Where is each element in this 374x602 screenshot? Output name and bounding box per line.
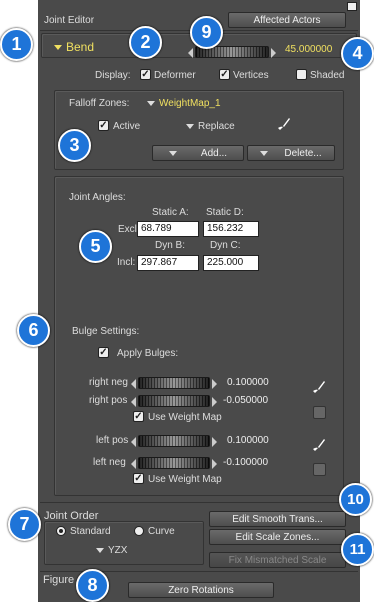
callout-badge-9: 9 <box>190 16 223 49</box>
static-d-label: Static D: <box>206 207 244 218</box>
left-neg-value[interactable]: -0.100000 <box>223 457 268 468</box>
incl-dyn-c-input[interactable]: 225.000 <box>203 255 259 271</box>
delete-zone-button[interactable]: Delete... <box>247 145 335 161</box>
delete-label: Delete... <box>284 147 322 159</box>
bend-value[interactable]: 45.000000 <box>285 44 332 55</box>
edit-scale-zones-button[interactable]: Edit Scale Zones... <box>209 529 346 545</box>
chevron-down-icon <box>168 150 177 156</box>
left-neg-label: left neg <box>93 457 126 468</box>
curve-radio[interactable] <box>134 526 144 536</box>
incl-label: Incl: <box>117 257 136 268</box>
edit-smooth-trans-button[interactable]: Edit Smooth Trans... <box>209 511 346 527</box>
apply-bulges-label: Apply Bulges: <box>117 348 179 359</box>
left-pos-dial[interactable] <box>131 435 217 447</box>
figure-label: Figure <box>43 574 75 586</box>
deformer-checkbox[interactable]: ✓ <box>140 69 151 80</box>
replace-label: Replace <box>198 121 235 132</box>
zero-rotations-button[interactable]: Zero Rotations <box>128 582 274 598</box>
paint-brush-icon[interactable] <box>277 117 291 131</box>
add-label: Add... <box>200 147 228 159</box>
excl-static-a-input[interactable]: 68.789 <box>137 221 199 237</box>
right-neg-dial[interactable] <box>131 377 217 389</box>
trash-icon[interactable] <box>313 463 326 476</box>
bend-label: Bend <box>66 40 95 54</box>
add-zone-button[interactable]: Add... <box>152 145 244 161</box>
right-neg-label: right neg <box>89 377 128 388</box>
use-weight-map-left-checkbox[interactable]: ✓ <box>133 473 144 484</box>
panel-menu-icon[interactable] <box>347 2 357 11</box>
axis-order-dropdown[interactable]: YZX <box>96 545 127 556</box>
vertices-checkbox[interactable]: ✓ <box>219 69 230 80</box>
chevron-down-icon <box>260 150 269 156</box>
paint-brush-icon[interactable] <box>312 380 326 394</box>
chevron-down-icon <box>54 45 62 51</box>
weightmap-label: WeightMap_1 <box>159 98 221 109</box>
apply-bulges-checkbox[interactable]: ✓ <box>98 347 109 358</box>
use-weight-map-right-checkbox[interactable]: ✓ <box>133 411 144 422</box>
callout-badge-5: 5 <box>79 230 112 263</box>
joint-angles-label: Joint Angles: <box>69 192 126 203</box>
callout-badge-10: 10 <box>339 483 372 516</box>
standard-radio[interactable] <box>56 526 66 536</box>
callout-badge-8: 8 <box>76 569 109 602</box>
replace-dropdown[interactable]: Replace <box>186 121 235 132</box>
left-pos-value[interactable]: 0.100000 <box>227 435 269 446</box>
deformer-label: Deformer <box>154 70 196 81</box>
callout-badge-4: 4 <box>341 37 374 70</box>
curve-label: Curve <box>148 526 175 537</box>
callout-badge-11: 11 <box>341 533 374 566</box>
right-pos-value[interactable]: -0.050000 <box>223 395 268 406</box>
weightmap-dropdown[interactable]: WeightMap_1 <box>147 98 221 109</box>
panel-title: Joint Editor <box>44 15 95 26</box>
shaded-label: Shaded <box>310 70 345 81</box>
chevron-down-icon <box>96 547 104 553</box>
trash-icon[interactable] <box>313 406 326 419</box>
vertices-label: Vertices <box>233 70 269 81</box>
paint-brush-icon[interactable] <box>312 438 326 452</box>
shaded-checkbox[interactable] <box>296 69 307 80</box>
right-neg-value[interactable]: 0.100000 <box>227 377 269 388</box>
dyn-c-label: Dyn C: <box>210 240 241 251</box>
display-label: Display: <box>95 70 131 81</box>
callout-badge-3: 3 <box>58 129 91 162</box>
axis-order-label: YZX <box>108 545 128 556</box>
affected-actors-button[interactable]: Affected Actors <box>228 12 346 28</box>
callout-badge-2: 2 <box>129 26 162 59</box>
fix-mismatched-scale-button[interactable]: Fix Mismatched Scale <box>209 552 346 568</box>
callout-badge-1: 1 <box>0 28 33 61</box>
callout-badge-6: 6 <box>17 314 50 347</box>
use-weight-map-right-label: Use Weight Map <box>148 412 222 423</box>
standard-label: Standard <box>70 526 111 537</box>
joint-order-group <box>44 521 204 565</box>
chevron-down-icon <box>186 123 194 129</box>
left-neg-dial[interactable] <box>131 457 217 469</box>
static-a-label: Static A: <box>152 207 189 218</box>
right-pos-label: right pos <box>89 395 128 406</box>
falloff-label: Falloff Zones: <box>69 98 130 109</box>
left-pos-label: left pos <box>96 435 129 446</box>
dyn-b-label: Dyn B: <box>155 240 186 251</box>
callout-badge-7: 7 <box>8 508 41 541</box>
excl-static-d-input[interactable]: 156.232 <box>203 221 259 237</box>
joint-order-divider <box>40 502 358 503</box>
active-checkbox[interactable]: ✓ <box>98 120 109 131</box>
chevron-down-icon <box>147 100 155 106</box>
active-label: Active <box>113 121 141 132</box>
incl-dyn-b-input[interactable]: 297.867 <box>137 255 199 271</box>
bend-dropdown[interactable]: Bend <box>54 40 94 54</box>
use-weight-map-left-label: Use Weight Map <box>148 474 222 485</box>
right-pos-dial[interactable] <box>131 395 217 407</box>
bulge-settings-label: Bulge Settings: <box>72 326 140 337</box>
